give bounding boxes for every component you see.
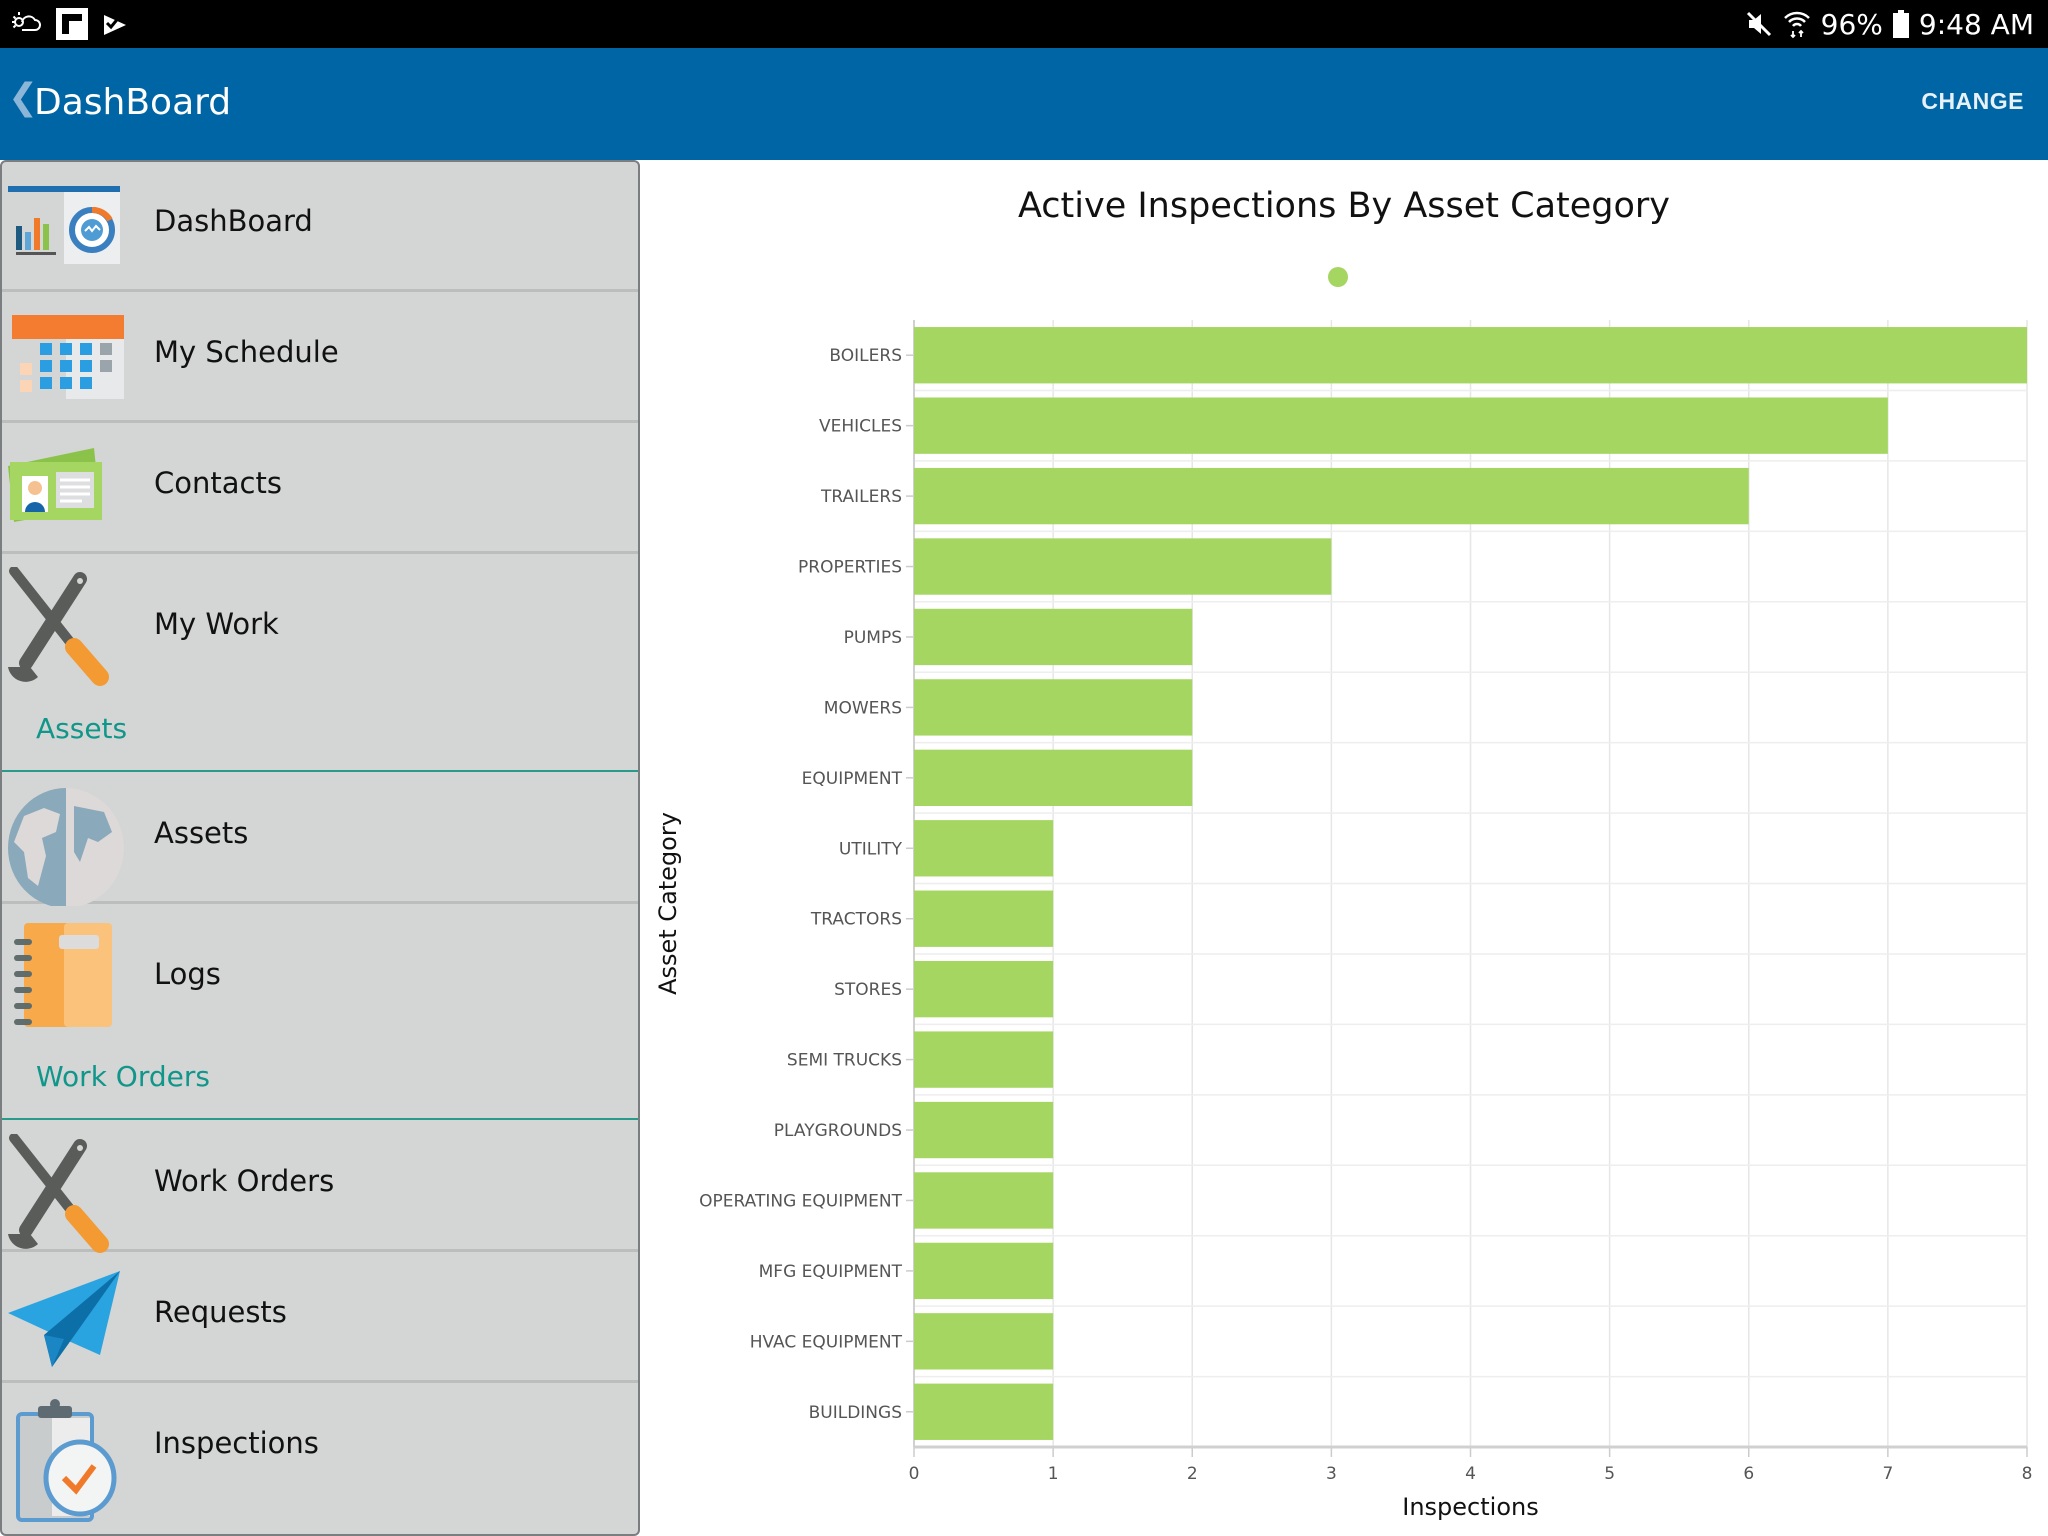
y-tick-label: MOWERS [824,698,902,718]
x-tick-label: 2 [1187,1464,1198,1484]
bar-trailers [914,467,1749,525]
bar-mfg-equipment [914,1242,1054,1300]
y-tick-label: PROPERTIES [798,558,902,578]
y-tick-label: SEMI TRUCKS [787,1051,902,1071]
contact-card-icon [4,436,124,546]
bar-utility [914,820,1054,877]
sidebar-item-work-orders[interactable]: Work Orders [2,1122,638,1253]
sidebar-item-label: Work Orders [154,1164,335,1198]
bar-properties [914,538,1332,595]
clock: 9:48 AM [1918,7,2034,41]
bar-playgrounds [914,1101,1054,1159]
sidebar-item-label: Logs [154,957,221,991]
sidebar-item-my-schedule[interactable]: My Schedule [2,293,638,423]
sidebar-item-requests[interactable]: Requests [2,1253,638,1383]
sidebar-item-label: My Schedule [154,335,339,369]
notebook-icon [4,917,124,1027]
y-tick-label: BOILERS [829,346,902,366]
sidebar-item-label: Assets [154,816,249,850]
sidebar-menu: DashBoard My Schedule Contacts My Work A… [0,160,640,1536]
sidebar-item-my-work[interactable]: My Work [2,555,638,686]
bar-vehicles [914,397,1888,454]
page-title: DashBoard [34,82,232,123]
x-tick-label: 7 [1882,1464,1893,1484]
app-bar: ❮ DashBoard CHANGE [0,48,2048,160]
chart-panel: Active Inspections By Asset Category BOI… [640,160,2048,1536]
bar-buildings [914,1383,1054,1440]
x-tick-label: 0 [909,1464,920,1484]
section-label: Assets [36,712,128,745]
x-tick-label: 4 [1465,1464,1476,1484]
bar-boilers [914,327,2027,384]
battery-icon [1892,10,1909,38]
y-tick-label: TRACTORS [810,910,902,930]
sidebar-item-logs[interactable]: Logs [2,905,638,1027]
bar-chart: BOILERS VEHICLES TRAILERS PROPERTIES PUMPS MO… [654,267,2033,1521]
bar-stores [914,960,1054,1018]
x-tick-label: 1 [1048,1464,1059,1484]
bar-mowers [914,679,1193,736]
dashboard-icon [4,174,124,284]
x-tick-label: 8 [2022,1464,2033,1484]
sidebar-item-dashboard[interactable]: DashBoard [2,162,638,292]
section-header-work-orders: Work Orders [2,1030,638,1120]
y-tick-label: MFG EQUIPMENT [759,1262,903,1282]
section-label: Work Orders [36,1060,210,1093]
y-tick-label: BUILDINGS [809,1403,902,1423]
tools-icon [4,1133,124,1253]
y-tick-label: HVAC EQUIPMENT [750,1332,903,1352]
status-bar: 96% 9:48 AM [0,0,2048,48]
flipboard-icon [56,8,88,40]
sidebar-item-label: Requests [154,1295,287,1329]
y-tick-label: OPERATING EQUIPMENT [699,1191,902,1211]
y-tick-label: VEHICLES [819,417,902,437]
y-tick-label: PLAYGROUNDS [774,1121,902,1141]
sidebar-item-label: Contacts [154,466,282,500]
tools-icon [4,566,124,686]
y-tick-label: TRAILERS [820,487,902,507]
sidebar-item-contacts[interactable]: Contacts [2,424,638,554]
change-button[interactable]: CHANGE [1921,88,2024,115]
y-axis-label: Asset Category [654,812,682,995]
calendar-icon [4,305,124,415]
bar-equipment [914,749,1193,807]
legend-marker[interactable] [1328,267,1348,287]
bar-tractors [914,890,1054,947]
y-tick-label: UTILITY [839,839,903,859]
sidebar-item-inspections[interactable]: Inspections [2,1384,638,1534]
x-axis-label: Inspections [1402,1493,1538,1521]
bar-semi-trucks [914,1031,1054,1088]
y-tick-label: EQUIPMENT [802,769,903,789]
clipboard-check-icon [4,1396,124,1526]
sidebar-item-label: Inspections [154,1426,319,1460]
sidebar-item-label: My Work [154,607,279,641]
task-check-icon [102,11,128,37]
x-tick-label: 3 [1326,1464,1337,1484]
bar-operating-equipment [914,1172,1054,1229]
globe-icon [4,786,124,908]
x-tick-labels: 0 1 2 3 4 5 6 7 8 [909,1464,2033,1484]
paper-plane-icon [4,1265,124,1375]
weather-icon [10,10,42,38]
bar-pumps [914,608,1193,666]
x-tick-label: 5 [1604,1464,1615,1484]
y-tick-labels: BOILERS VEHICLES TRAILERS PROPERTIES PUMPS MO… [699,346,902,1423]
mute-icon [1745,10,1773,38]
battery-percent: 96% [1820,7,1883,41]
sidebar-item-label: DashBoard [154,204,313,238]
sidebar-item-assets[interactable]: Assets [2,774,638,908]
section-header-assets: Assets [2,690,638,772]
x-tick-label: 6 [1743,1464,1754,1484]
wifi-icon [1783,9,1811,39]
y-tick-label: PUMPS [844,628,902,648]
bar-hvac-equipment [914,1313,1054,1370]
y-tick-label: STORES [834,980,902,1000]
